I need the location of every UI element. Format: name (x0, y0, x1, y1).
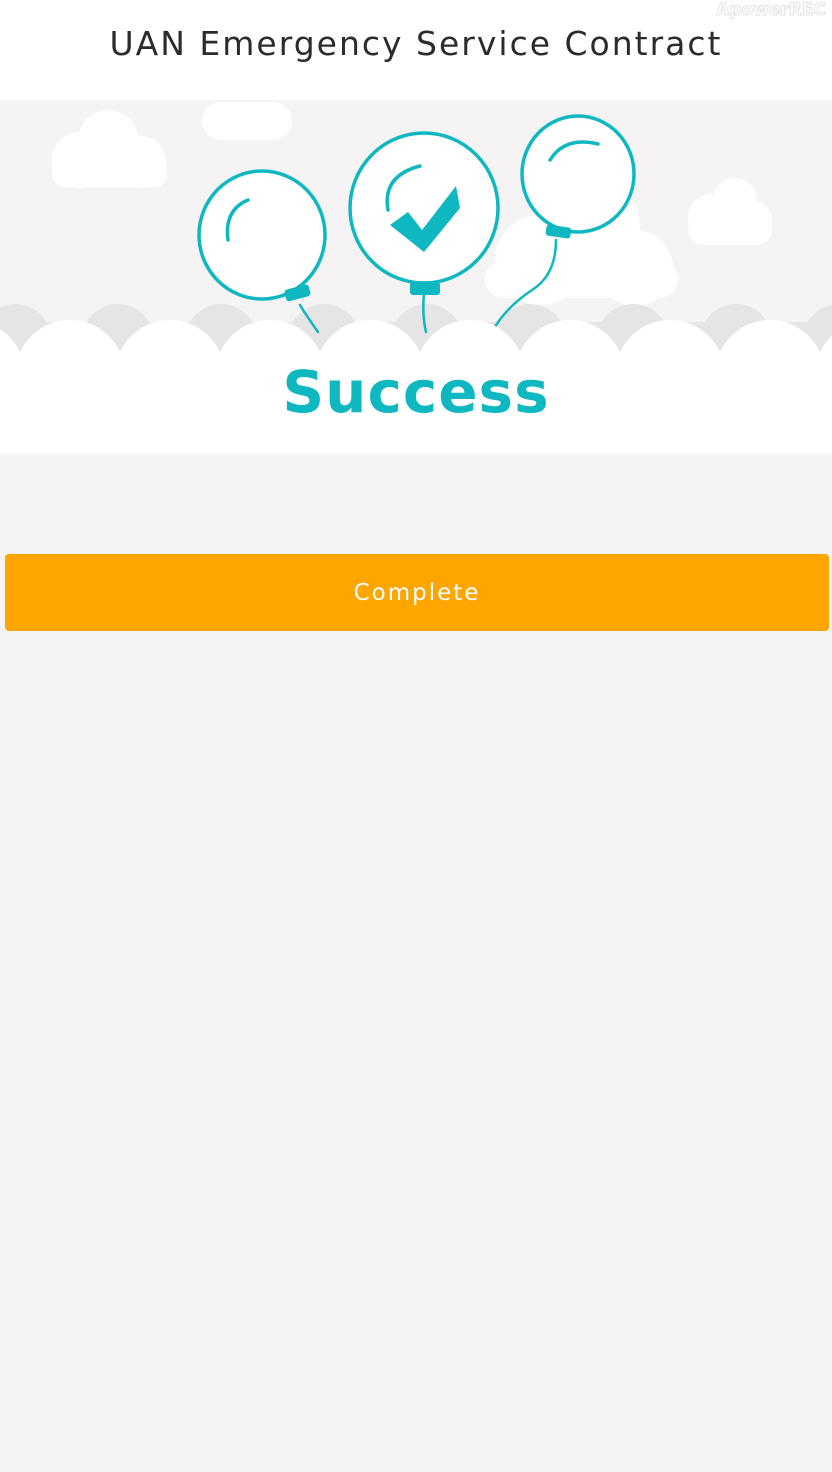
complete-button[interactable]: Complete (5, 554, 829, 631)
success-hero: Success (0, 100, 832, 454)
success-title: Success (282, 358, 550, 426)
app-header: UAN Emergency Service Contract (0, 0, 832, 100)
complete-button-label: Complete (353, 579, 481, 606)
recorder-watermark: ApowerREC (716, 0, 827, 21)
page-title: UAN Emergency Service Contract (109, 23, 723, 63)
